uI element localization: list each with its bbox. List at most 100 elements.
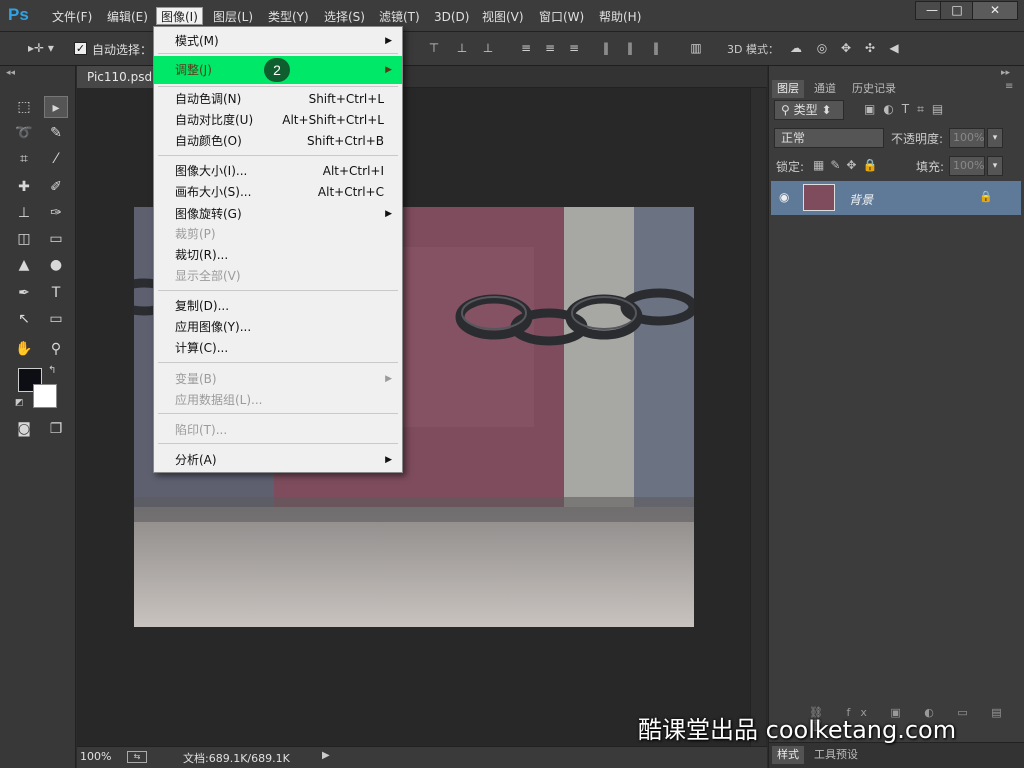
menu-item-adjustments[interactable]: 调整(J) 2 ▶ — [154, 56, 402, 84]
move-tool-preset-icon[interactable]: ▸✛ ▾ — [26, 41, 56, 55]
opacity-input[interactable]: 100% — [949, 128, 985, 148]
crop-tool-icon[interactable]: ⌗ — [12, 148, 36, 170]
menu-item-duplicate[interactable]: 复制(D)... — [154, 296, 402, 316]
eye-icon[interactable]: ◉ — [779, 190, 789, 204]
panel-collapse-icon[interactable]: ▸▸ — [1001, 68, 1010, 78]
lasso-tool-icon[interactable]: ➰ — [12, 122, 36, 144]
default-colors-icon[interactable]: ◩ — [15, 398, 24, 408]
menu-item-calculations[interactable]: 计算(C)... — [154, 338, 402, 358]
menu-item-mode[interactable]: 模式(M) ▶ — [154, 31, 402, 51]
menu-edit[interactable]: 编辑(E) — [103, 8, 152, 26]
menu-item-apply-image[interactable]: 应用图像(Y)... — [154, 317, 402, 337]
layer-row-background[interactable]: ◉ 背景 🔒 — [771, 181, 1021, 215]
menu-filter[interactable]: 滤镜(T) — [375, 8, 424, 26]
tab-tool-presets[interactable]: 工具预设 — [809, 746, 863, 764]
auto-select-checkbox[interactable]: ✓ — [74, 42, 87, 55]
3d-rotate-icon[interactable]: ☁ — [788, 41, 804, 55]
3d-roll-icon[interactable]: ◎ — [814, 41, 830, 55]
distribute-left-icon[interactable]: ‖ — [598, 41, 614, 55]
status-bar: 100% ⇆ 文档:689.1K/689.1K ▶ — [77, 746, 767, 768]
dodge-tool-icon[interactable]: ● — [44, 254, 68, 276]
distribute-vcenter-icon[interactable]: ≡ — [542, 41, 558, 55]
eraser-tool-icon[interactable]: ◫ — [12, 228, 36, 250]
menu-window[interactable]: 窗口(W) — [535, 8, 588, 26]
menu-file[interactable]: 文件(F) — [48, 8, 96, 26]
tab-layers[interactable]: 图层 — [772, 80, 804, 98]
share-icon[interactable]: ⇆ — [127, 751, 147, 763]
lock-icons[interactable]: ▦✎✥🔒 — [813, 158, 883, 172]
shape-tool-icon[interactable]: ▭ — [44, 308, 68, 330]
screen-mode-icon[interactable]: ❐ — [44, 418, 68, 440]
panel-menu-icon[interactable]: ≡ — [1005, 81, 1013, 92]
quick-mask-icon[interactable]: ◙ — [12, 418, 36, 440]
blur-tool-icon[interactable]: ▲ — [12, 254, 36, 276]
menu-help[interactable]: 帮助(H) — [595, 8, 645, 26]
menu-item-variables[interactable]: 变量(B) ▶ — [154, 369, 402, 389]
menu-item-label: 复制(D)... — [175, 299, 230, 313]
menu-item-reveal-all[interactable]: 显示全部(V) — [154, 266, 402, 286]
submenu-arrow-icon: ▶ — [385, 374, 392, 384]
blend-mode-select[interactable]: 正常 — [774, 128, 884, 148]
tab-history[interactable]: 历史记录 — [847, 80, 901, 98]
hand-tool-icon[interactable]: ✋ — [12, 338, 36, 360]
menu-3d[interactable]: 3D(D) — [430, 8, 473, 26]
brush-tool-icon[interactable]: ✐ — [44, 176, 68, 198]
menu-item-crop[interactable]: 裁剪(P) — [154, 224, 402, 244]
marquee-tool-icon[interactable]: ⬚ — [12, 96, 36, 118]
tab-channels[interactable]: 通道 — [809, 80, 841, 98]
background-color-swatch[interactable] — [33, 384, 57, 408]
move-tool-icon[interactable]: ▸ — [44, 96, 68, 118]
menu-layer[interactable]: 图层(L) — [209, 8, 257, 26]
3d-slide-icon[interactable]: ✣ — [862, 41, 878, 55]
history-brush-tool-icon[interactable]: ✑ — [44, 202, 68, 224]
distribute-top-icon[interactable]: ≡ — [518, 41, 534, 55]
layer-filter-select[interactable]: ⚲ 类型 ⬍ — [774, 100, 844, 120]
clone-stamp-tool-icon[interactable]: ⊥ — [12, 202, 36, 224]
fill-input[interactable]: 100% — [949, 156, 985, 176]
distribute-bottom-icon[interactable]: ≡ — [566, 41, 582, 55]
menu-view[interactable]: 视图(V) — [478, 8, 528, 26]
collapse-icon[interactable]: ◂◂ — [6, 68, 15, 78]
align-vcenter-icon[interactable]: ⊥ — [454, 41, 470, 55]
menu-item-auto-tone[interactable]: 自动色调(N) Shift+Ctrl+L — [154, 89, 402, 109]
menu-item-image-size[interactable]: 图像大小(I)... Alt+Ctrl+I — [154, 161, 402, 181]
filter-icons[interactable]: ▣◐T⌗▤ — [864, 102, 951, 117]
menu-select[interactable]: 选择(S) — [320, 8, 369, 26]
vertical-scrollbar[interactable] — [750, 88, 766, 746]
menu-item-apply-data-set[interactable]: 应用数据组(L)... — [154, 390, 402, 410]
distribute-hcenter-icon[interactable]: ‖ — [622, 41, 638, 55]
align-top-icon[interactable]: ⊤ — [426, 41, 442, 55]
type-tool-icon[interactable]: T — [44, 282, 68, 304]
pen-tool-icon[interactable]: ✒ — [12, 282, 36, 304]
swap-colors-icon[interactable]: ↰ — [48, 365, 56, 376]
menu-type[interactable]: 类型(Y) — [264, 8, 313, 26]
menu-item-image-rotation[interactable]: 图像旋转(G) ▶ — [154, 204, 402, 224]
menu-item-auto-contrast[interactable]: 自动对比度(U) Alt+Shift+Ctrl+L — [154, 110, 402, 130]
distribute-right-icon[interactable]: ‖ — [648, 41, 664, 55]
menu-item-analysis[interactable]: 分析(A) ▶ — [154, 450, 402, 470]
opacity-dropdown-icon[interactable]: ▾ — [987, 128, 1003, 148]
zoom-tool-icon[interactable]: ⚲ — [44, 338, 68, 360]
status-arrow-icon[interactable]: ▶ — [322, 750, 330, 761]
eyedropper-tool-icon[interactable]: ⁄ — [44, 148, 68, 170]
healing-brush-tool-icon[interactable]: ✚ — [12, 176, 36, 198]
menu-item-label: 图像大小(I)... — [175, 164, 248, 178]
menu-item-canvas-size[interactable]: 画布大小(S)... Alt+Ctrl+C — [154, 182, 402, 202]
menu-item-trap[interactable]: 陷印(T)... — [154, 420, 402, 440]
zoom-level[interactable]: 100% — [80, 750, 111, 763]
quick-select-tool-icon[interactable]: ✎ — [44, 122, 68, 144]
auto-align-icon[interactable]: ▥ — [688, 41, 704, 55]
maximize-button[interactable]: □ — [940, 1, 974, 20]
3d-drag-icon[interactable]: ✥ — [838, 41, 854, 55]
menu-item-trim[interactable]: 裁切(R)... — [154, 245, 402, 265]
layer-name[interactable]: 背景 — [849, 191, 873, 208]
gradient-tool-icon[interactable]: ▭ — [44, 228, 68, 250]
align-bottom-icon[interactable]: ⊥ — [480, 41, 496, 55]
tab-styles[interactable]: 样式 — [772, 746, 804, 764]
menu-image[interactable]: 图像(I) — [156, 7, 203, 25]
menu-item-auto-color[interactable]: 自动颜色(O) Shift+Ctrl+B — [154, 131, 402, 151]
fill-dropdown-icon[interactable]: ▾ — [987, 156, 1003, 176]
3d-scale-icon[interactable]: ◀ — [886, 41, 902, 55]
close-button[interactable]: ✕ — [972, 1, 1018, 20]
path-select-tool-icon[interactable]: ↖ — [12, 308, 36, 330]
